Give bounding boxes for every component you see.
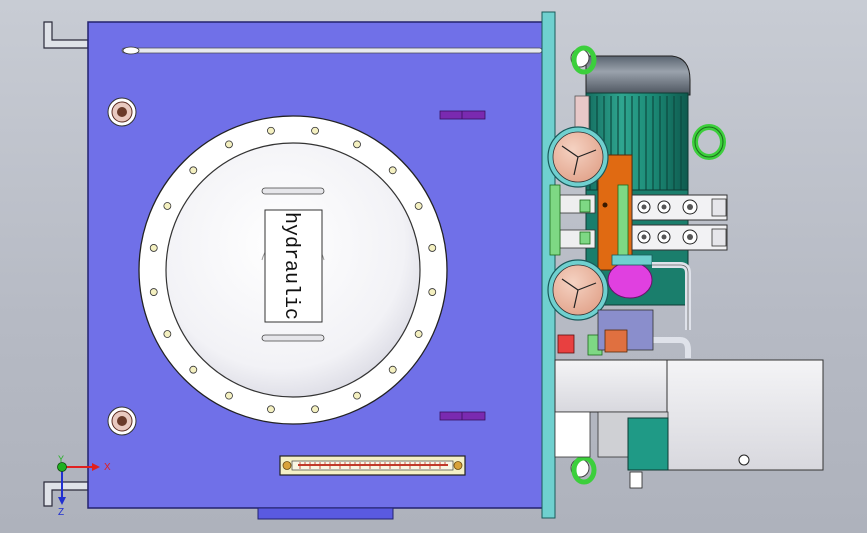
control-box-knob <box>738 454 750 466</box>
triad-y-label: Y <box>58 454 64 464</box>
flange-bolt <box>149 244 158 252</box>
flange-bolt <box>189 166 198 175</box>
flange-bolt <box>311 405 319 414</box>
flange-bolt <box>225 391 233 400</box>
flange-bolt <box>149 288 158 296</box>
slot-marker-top <box>439 110 486 120</box>
flange-bolt <box>353 140 361 149</box>
flange-bolt <box>388 166 397 175</box>
inspection-cover: hydraulic <box>138 115 448 425</box>
eye-bolt-bottom <box>107 406 137 436</box>
pressure-gauge-upper <box>547 126 609 188</box>
flange-bolt <box>428 244 437 252</box>
lower-valve <box>604 329 628 353</box>
flange-bolt <box>163 330 172 338</box>
side-mounting-panel <box>541 11 556 519</box>
flange-bolt <box>311 126 319 135</box>
hydraulic-unit-drawing: hydraulic X Y Z <box>43 11 824 520</box>
flange-bolt <box>267 126 275 135</box>
directional-valve-upper <box>631 194 728 221</box>
flange-bolt <box>225 140 233 149</box>
flange-bolt <box>353 391 361 400</box>
flange-bolt <box>414 330 423 338</box>
flange-bolt <box>414 202 423 210</box>
cover-handle-top <box>261 187 325 195</box>
slot-marker-bottom <box>439 411 486 421</box>
flange-bolt <box>163 202 172 210</box>
level-gauge <box>279 455 466 476</box>
triad-z-label: Z <box>58 507 64 518</box>
panel-eye-bottom <box>570 455 597 485</box>
motor-lifting-eye <box>692 124 726 160</box>
flange-bolt <box>428 288 437 296</box>
accumulator <box>627 417 669 471</box>
flange-bolt <box>388 365 397 374</box>
flange-bolt <box>189 365 198 374</box>
bottom-left-bracket <box>43 481 89 507</box>
tank-bottom-skid <box>257 507 394 520</box>
top-rod <box>121 46 543 55</box>
cover-handle-bottom <box>261 334 325 342</box>
eye-bolt-top <box>107 97 137 127</box>
top-left-bracket <box>43 21 89 49</box>
triad-x-label: X <box>104 462 111 473</box>
label-plate-text: hydraulic <box>279 212 302 320</box>
hydraulic-pump <box>607 254 653 299</box>
flange-bolt <box>267 405 275 414</box>
directional-valve-lower <box>631 224 728 251</box>
